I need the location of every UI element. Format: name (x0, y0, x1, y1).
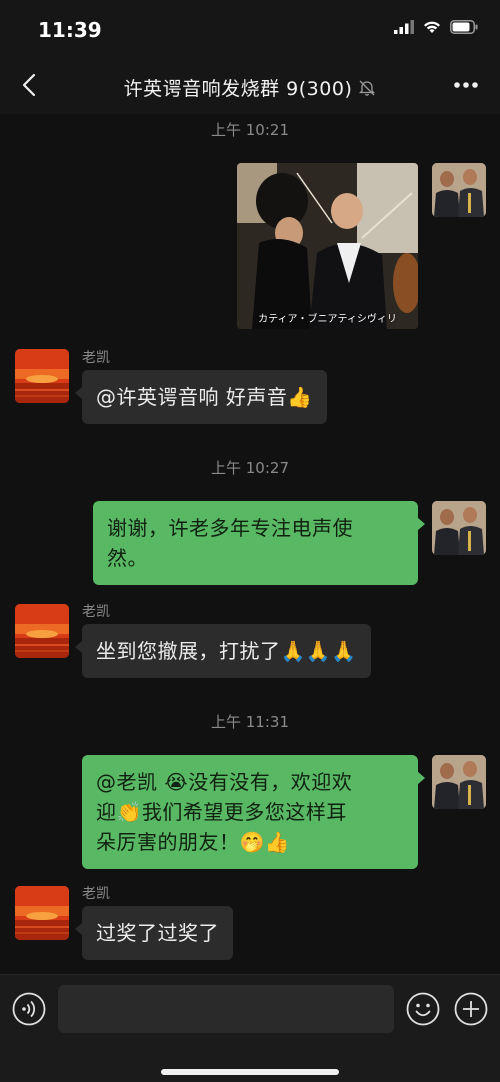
chat-title: 许英谔音响发烧群 9(300) (123, 78, 353, 100)
more-dots-icon (454, 82, 478, 88)
sender-name: 老凯 (82, 886, 110, 902)
message-bubble[interactable]: 过奖了过奖了 (75, 906, 233, 960)
input-bar (0, 974, 500, 1082)
sender-name: 老凯 (82, 350, 110, 366)
more-button[interactable] (450, 70, 482, 100)
my-avatar[interactable] (432, 755, 486, 809)
timestamp: 上午 11:31 (211, 713, 289, 731)
timestamp: 上午 10:27 (211, 459, 289, 477)
message-text-line: 迎👏我们希望更多您这样耳 (96, 800, 347, 824)
message-text-line: 朵厉害的朋友！🤭👍 (96, 830, 291, 854)
message-text-line: 然。 (107, 546, 148, 570)
plus-icon (454, 992, 488, 1026)
sender-avatar[interactable] (15, 604, 69, 658)
avatar-photo (432, 755, 486, 809)
my-avatar[interactable] (432, 163, 486, 217)
plus-button[interactable] (454, 992, 488, 1026)
message-bubble[interactable]: 谢谢，许老多年专注电声使 然。 (93, 501, 425, 585)
message-bubble[interactable]: @老凯 😭没有没有，欢迎欢 迎👏我们希望更多您这样耳 朵厉害的朋友！🤭👍 (82, 755, 425, 869)
avatar-photo (432, 501, 486, 555)
chat-title-container: 许英谔音响发烧群 9(300) (0, 74, 500, 101)
message-input[interactable] (58, 985, 394, 1033)
message-bubble[interactable]: 坐到您撤展，打扰了🙏🙏🙏 (75, 624, 371, 678)
status-bar: 11:39 (0, 0, 500, 56)
nav-bar: 许英谔音响发烧群 9(300) (0, 56, 500, 114)
sender-avatar[interactable] (15, 349, 69, 403)
home-indicator[interactable] (161, 1069, 339, 1075)
sunset-avatar-image (15, 349, 69, 403)
timestamp: 上午 10:21 (211, 121, 289, 139)
my-avatar[interactable] (432, 501, 486, 555)
concert-photo (237, 163, 418, 329)
message-text: @许英谔音响 好声音👍 (96, 385, 313, 409)
emoji-icon (406, 992, 440, 1026)
sunset-avatar-image (15, 604, 69, 658)
signal-icon (394, 20, 414, 34)
message-text-line: 谢谢，许老多年专注电声使 (107, 516, 353, 540)
image-caption: カティア・ブニアティシヴィリ (258, 314, 397, 325)
avatar-photo (432, 163, 486, 217)
message-bubble[interactable]: @许英谔音响 好声音👍 (75, 370, 327, 424)
message-text: 坐到您撤展，打扰了🙏🙏🙏 (96, 639, 357, 663)
battery-icon (450, 20, 478, 34)
wifi-icon (424, 21, 440, 33)
sender-name: 老凯 (82, 604, 110, 620)
chat-message-list[interactable]: 上午 10:21 カティア・ブニアティシヴィリ 老凯 @许英谔音响 好声音👍 上… (0, 114, 500, 974)
emoji-button[interactable] (406, 992, 440, 1026)
status-time: 11:39 (38, 18, 102, 42)
message-text-line: @老凯 😭没有没有，欢迎欢 (96, 770, 353, 794)
sender-avatar[interactable] (15, 886, 69, 940)
bell-slash-icon (359, 80, 376, 96)
sunset-avatar-image (15, 886, 69, 940)
voice-icon (12, 992, 46, 1026)
image-message[interactable]: カティア・ブニアティシヴィリ (237, 163, 418, 329)
message-text: 过奖了过奖了 (96, 921, 219, 945)
voice-button[interactable] (12, 992, 46, 1026)
status-icons (394, 20, 478, 34)
